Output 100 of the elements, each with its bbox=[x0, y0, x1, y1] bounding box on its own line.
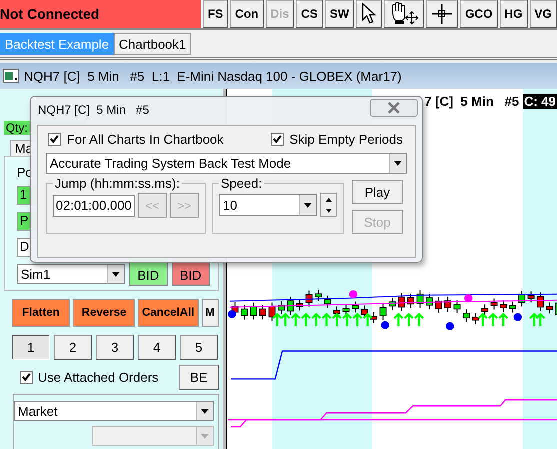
candlestick bbox=[370, 312, 378, 324]
connection-status: Not Connected bbox=[0, 0, 201, 28]
candlestick bbox=[398, 293, 406, 312]
candlestick bbox=[518, 291, 526, 307]
candlestick bbox=[444, 297, 452, 312]
candlestick bbox=[352, 302, 359, 313]
quantity-preset-button[interactable]: 2 bbox=[54, 335, 92, 360]
checkbox[interactable] bbox=[270, 133, 284, 146]
dialog-title: NQH7 [C] 5 Min #5 bbox=[38, 103, 150, 117]
toolbar-button[interactable]: Con bbox=[230, 0, 264, 28]
dropdown-arrow-icon bbox=[394, 161, 402, 166]
toolbar-button[interactable]: GCO bbox=[460, 0, 498, 28]
candlestick bbox=[454, 300, 461, 314]
group-label: Speed: bbox=[220, 176, 264, 191]
trade-marker bbox=[349, 290, 358, 298]
chart-window-icon bbox=[3, 69, 19, 83]
toolbar-button[interactable]: FS bbox=[202, 0, 228, 28]
buy-signal-arrow bbox=[322, 312, 332, 328]
play-button[interactable]: Play bbox=[352, 180, 403, 204]
candlestick bbox=[490, 298, 498, 310]
cursor-arrow-icon bbox=[361, 3, 378, 25]
group-label: Jump (hh:mm:ss.ms): bbox=[54, 176, 181, 191]
jump-time-field[interactable]: 02:01:00.000 bbox=[53, 194, 135, 216]
candlestick bbox=[241, 305, 248, 320]
candlestick bbox=[260, 305, 266, 320]
chart-window-title: NQH7 [C] 5 Min #5 L:1 E-Mini Nasdaq 100 - GLOBEX (Mar17) bbox=[24, 68, 402, 84]
buy-signal-arrow bbox=[290, 312, 302, 328]
candlestick bbox=[472, 313, 480, 324]
candlestick bbox=[324, 296, 332, 308]
buy-signal-arrow bbox=[272, 312, 283, 328]
trade-marker bbox=[381, 321, 390, 330]
candlestick bbox=[408, 294, 415, 308]
order-action-button[interactable]: Reverse bbox=[73, 299, 136, 327]
buy-signal-arrow bbox=[498, 312, 509, 328]
order-action-button[interactable]: CancelAll bbox=[138, 299, 199, 327]
buy-signal-arrow bbox=[529, 312, 540, 328]
position-label: Po bbox=[17, 165, 34, 179]
dropdown-arrow-icon bbox=[201, 408, 209, 414]
trade-marker bbox=[228, 310, 236, 318]
close-icon bbox=[387, 102, 401, 114]
trade-marker bbox=[446, 322, 454, 330]
candlestick bbox=[342, 304, 350, 316]
candlestick bbox=[361, 306, 368, 319]
checkbox[interactable] bbox=[48, 133, 61, 146]
candlestick bbox=[416, 290, 424, 308]
buy-signal-arrow bbox=[394, 312, 404, 328]
candlestick bbox=[389, 298, 396, 310]
pointer-tool-button[interactable] bbox=[356, 0, 382, 28]
checkbox-label: Skip Empty Periods bbox=[290, 132, 403, 147]
quantity-preset-button[interactable]: 3 bbox=[96, 335, 134, 360]
speed-spinner[interactable] bbox=[320, 193, 337, 217]
buy-signal-arrow bbox=[301, 312, 312, 328]
candlestick bbox=[278, 301, 285, 314]
trade-marker bbox=[514, 313, 522, 322]
checkbox[interactable] bbox=[20, 371, 33, 384]
candlestick bbox=[250, 302, 258, 320]
candlestick bbox=[426, 294, 434, 310]
candlestick bbox=[500, 300, 508, 312]
quantity-preset-button[interactable]: 5 bbox=[180, 335, 218, 360]
chartbook-tab[interactable]: Chartbook1 bbox=[114, 33, 192, 55]
crosshair-icon bbox=[431, 3, 454, 25]
candlestick bbox=[296, 300, 304, 311]
buy-signal-arrow bbox=[342, 312, 352, 328]
buy-signal-arrow bbox=[362, 312, 373, 328]
chart-header: 7 [C] 5 Min #5 bbox=[424, 94, 520, 109]
trade-marker bbox=[464, 294, 473, 302]
candlestick bbox=[315, 290, 322, 302]
quantity-preset-button[interactable]: 1 bbox=[12, 335, 50, 360]
checkbox-label: For All Charts In Chartbook bbox=[67, 132, 224, 147]
account-dropdown[interactable]: Sim1 bbox=[17, 264, 126, 284]
buy-signal-arrow bbox=[280, 312, 291, 328]
dropdown-arrow-icon bbox=[201, 434, 209, 438]
candlestick bbox=[546, 302, 554, 314]
buy-signal-arrow bbox=[414, 312, 424, 328]
replay-mode-dropdown[interactable]: Accurate Trading System Back Test Mode bbox=[46, 153, 407, 174]
buy-signal-arrow bbox=[352, 312, 363, 328]
candlestick bbox=[463, 309, 470, 322]
order-type-dropdown[interactable]: Market bbox=[14, 401, 214, 421]
candlestick bbox=[306, 290, 313, 307]
toolbar-button[interactable]: HG bbox=[500, 0, 528, 28]
quantity-preset-button[interactable]: 4 bbox=[138, 335, 176, 360]
menu-button[interactable]: M bbox=[202, 299, 220, 327]
toolbar-button[interactable]: SW bbox=[324, 0, 354, 28]
buy-signal-arrow bbox=[535, 312, 546, 328]
candlestick bbox=[537, 292, 544, 312]
crosshair-tool-button[interactable] bbox=[426, 0, 458, 28]
candlestick bbox=[287, 297, 294, 316]
hand-tool-button[interactable] bbox=[384, 0, 424, 28]
price-readout: C: 49 bbox=[523, 94, 557, 109]
toolbar-button[interactable]: VG bbox=[530, 0, 557, 28]
speed-dropdown[interactable]: 10 bbox=[219, 194, 317, 216]
breakeven-button[interactable]: BE bbox=[179, 365, 219, 390]
close-button[interactable] bbox=[370, 99, 418, 117]
order-action-button[interactable]: Flatten bbox=[12, 299, 70, 327]
candlestick bbox=[268, 302, 276, 322]
candlestick bbox=[528, 292, 535, 303]
candlestick bbox=[509, 302, 516, 313]
up-arrow-icon bbox=[326, 198, 332, 202]
toolbar-button[interactable]: CS bbox=[296, 0, 323, 28]
buy-signal-arrow bbox=[404, 312, 414, 328]
